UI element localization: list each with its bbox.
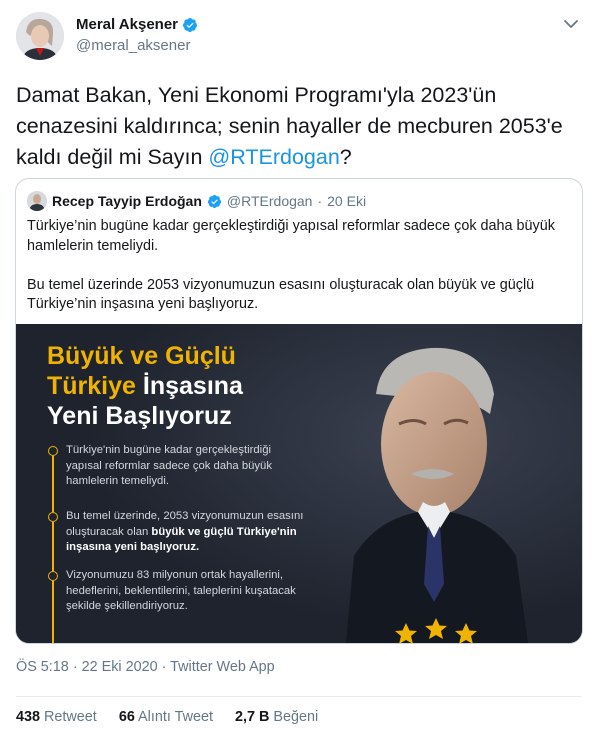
author-avatar[interactable] <box>16 12 64 60</box>
timeline-dot <box>48 512 58 522</box>
timeline-dot <box>48 446 58 456</box>
quoted-paragraph-2: Bu temel üzerinde 2053 vizyonumuzun esas… <box>27 276 535 313</box>
quoted-media-image[interactable]: Büyük ve Güçlü Türkiye İnşasına Yeni Baş… <box>16 324 582 643</box>
quote-count: 66 <box>118 709 135 725</box>
quoted-tweet[interactable]: Recep Tayyip Erdoğan @RTErdogan · 20 Eki… <box>15 178 583 644</box>
separator-dot: · <box>72 659 78 675</box>
mention-link[interactable]: @RTErdogan <box>208 145 339 169</box>
separator-dot: · <box>161 659 167 675</box>
media-item-2: Bu temel üzerinde, 2053 vizyonumuzun esa… <box>66 509 306 556</box>
tweet-meta: ÖS 5:18 · 22 Eki 2020 · Twitter Web App <box>16 659 275 675</box>
quote-label: Alıntı Tweet <box>138 709 213 725</box>
media-headline-white-word: İnşasına <box>142 372 243 400</box>
tweet-body-end: ? <box>339 145 352 169</box>
verified-badge-icon <box>207 194 221 208</box>
author-name[interactable]: Meral Akşener <box>76 16 178 33</box>
media-headline-line3: Yeni Başlıyoruz <box>47 402 232 430</box>
tweet-source[interactable]: Twitter Web App <box>170 659 275 675</box>
timeline-line <box>52 456 54 512</box>
quoted-date[interactable]: 20 Eki <box>327 193 366 209</box>
quoted-text: Türkiye’nin bugüne kadar gerçekleştirdiğ… <box>27 217 572 315</box>
retweet-label: Retweet <box>44 709 97 725</box>
retweet-count: 438 <box>16 709 41 725</box>
media-item-1: Türkiye'nin bugüne kadar gerçekleştirdiğ… <box>66 444 272 487</box>
media-headline-line2: Türkiye İnşasına <box>47 371 243 401</box>
timeline-line <box>52 522 54 571</box>
media-headline-line1: Büyük ve Güçlü <box>47 342 236 370</box>
like-label: Beğeni <box>273 709 319 725</box>
quoted-author-name[interactable]: Recep Tayyip Erdoğan <box>52 193 202 209</box>
quoted-paragraph-1: Türkiye’nin bugüne kadar gerçekleştirdiğ… <box>27 218 555 254</box>
verified-badge-icon <box>182 17 197 32</box>
author-handle[interactable]: @meral_aksener <box>76 37 190 54</box>
tweet-date[interactable]: 22 Eki 2020 <box>82 659 158 675</box>
media-headline-gold-word: Türkiye <box>47 372 136 400</box>
media-item-3: Vizyonumuzu 83 milyonun ortak hayallerin… <box>66 569 296 612</box>
tweet-stats: 438 Retweet 66 Alıntı Tweet 2,7 B Beğeni <box>16 709 336 725</box>
quoted-author-handle[interactable]: @RTErdogan <box>227 193 313 209</box>
timeline-dot <box>48 571 58 581</box>
separator-dot: · <box>317 193 323 209</box>
like-count: 2,7 B <box>234 709 270 725</box>
divider <box>16 696 581 697</box>
tweet-header: Meral Akşener @meral_aksener <box>16 12 581 64</box>
retweet-count-link[interactable]: 438 Retweet <box>16 709 97 725</box>
chevron-down-icon[interactable] <box>561 14 581 34</box>
like-count-link[interactable]: 2,7 B Beğeni <box>235 709 318 725</box>
quote-count-link[interactable]: 66 Alıntı Tweet <box>119 709 213 725</box>
timeline-line <box>52 581 54 643</box>
tweet-time[interactable]: ÖS 5:18 <box>16 659 69 675</box>
tweet-text: Damat Bakan, Yeni Ekonomi Programı'yla 2… <box>16 80 584 173</box>
quoted-avatar[interactable] <box>27 191 47 211</box>
